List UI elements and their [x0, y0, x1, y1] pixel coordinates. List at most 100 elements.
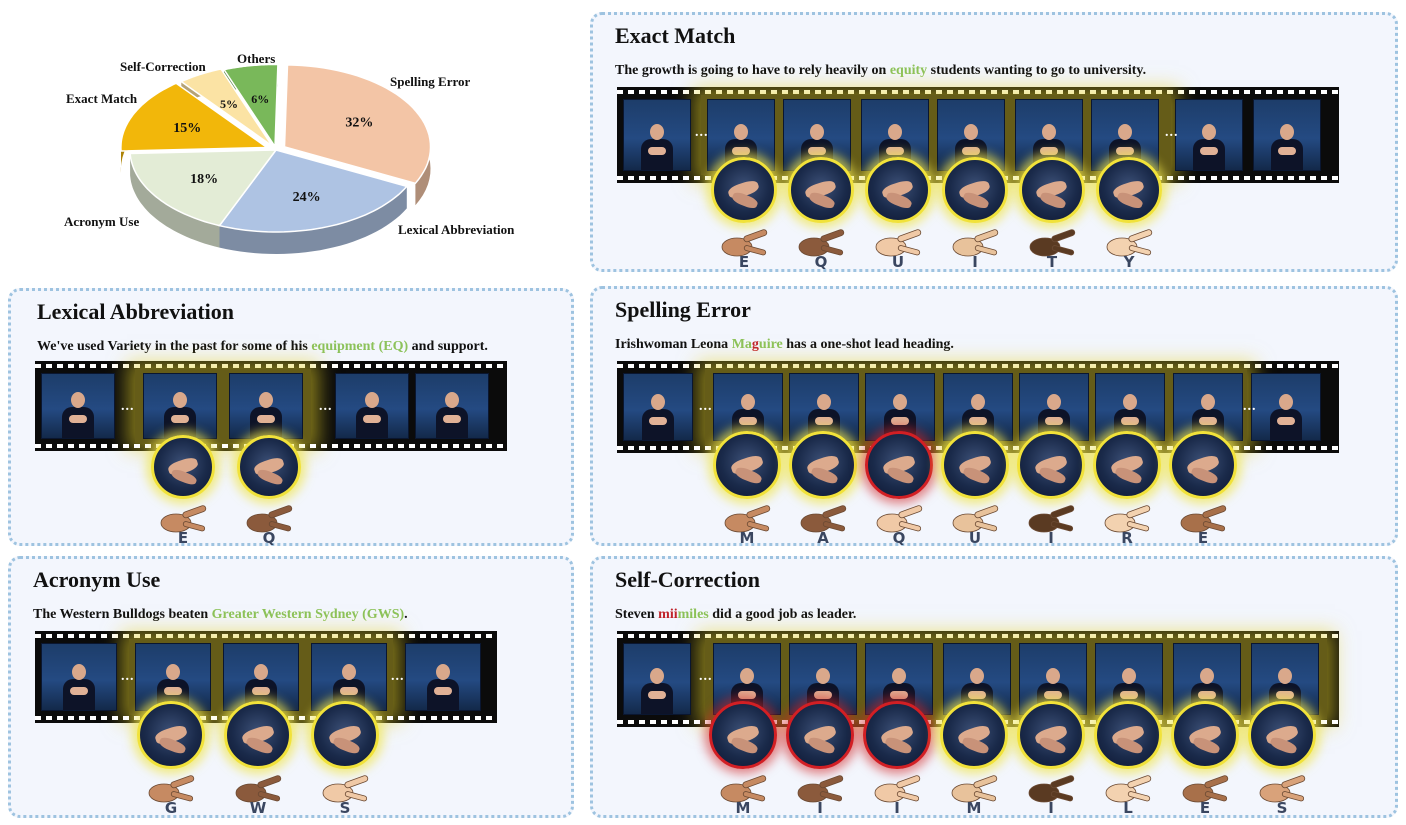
video-frame	[1253, 99, 1321, 171]
handshape-closeup	[1094, 701, 1162, 769]
handshape-closeup	[1017, 431, 1085, 499]
sentence-text: .	[404, 607, 408, 622]
handshape-closeup	[711, 157, 777, 223]
sentence-text: Steven	[615, 607, 659, 622]
fingerspelled-letter: E	[738, 253, 750, 271]
fingerspelled-letter: I	[894, 799, 900, 817]
panel-sentence: The Western Bulldogs beaten Greater West…	[33, 607, 408, 623]
handshape-closeup	[1169, 431, 1237, 499]
video-frame	[415, 373, 489, 439]
video-frame	[623, 643, 691, 715]
video-frame	[143, 373, 217, 439]
handshape-closeup	[1248, 701, 1316, 769]
handshape-closeup	[865, 431, 933, 499]
fingerspelled-letter: I	[1048, 529, 1054, 547]
fingerspelled-letter: Q	[814, 253, 828, 271]
handshape-closeup	[1017, 701, 1085, 769]
sentence-text: The Western Bulldogs beaten	[33, 607, 212, 622]
video-frame	[41, 643, 117, 711]
sentence-highlight: Greater Western Sydney (GWS)	[211, 607, 405, 622]
video-frame	[623, 99, 691, 171]
sentence-text: students wanting to go to university.	[927, 63, 1147, 78]
video-frame	[229, 373, 303, 439]
handshape-closeup	[1019, 157, 1085, 223]
handshape-closeup	[1093, 431, 1161, 499]
video-frame	[1175, 99, 1243, 171]
handshape-closeup	[942, 157, 1008, 223]
fingerspelled-letter: I	[1048, 799, 1054, 817]
fingerspelled-letter: T	[1046, 253, 1058, 271]
handshape-closeup	[789, 431, 857, 499]
sentence-error: g	[751, 337, 759, 352]
panel-lexical-abbreviation: Lexical Abbreviation We've used Variety …	[8, 288, 574, 547]
sentence-highlight: equipment (EQ)	[311, 339, 409, 354]
sentence-highlight: uire	[758, 337, 783, 352]
fingerspelled-letter: S	[339, 799, 351, 817]
fingerspelled-letter: R	[1121, 529, 1133, 547]
pie-legend-lexical-abbreviation: Lexical Abbreviation	[398, 222, 515, 237]
handshape-closeup	[237, 435, 301, 499]
panel-sentence: Steven miimiles did a good job as leader…	[615, 607, 856, 623]
fingerspelled-letter: U	[891, 253, 905, 271]
handshape-closeup	[311, 701, 379, 769]
panel-title: Lexical Abbreviation	[37, 299, 234, 324]
pie-chart: 32% 24% 18% 15% 5% 6% Spelling Error Lexical …	[0, 0, 560, 270]
handshape-closeup	[863, 701, 931, 769]
handshape-closeup	[786, 701, 854, 769]
pie-legend-spelling-error: Spelling Error	[390, 74, 471, 89]
ellipsis: ...	[695, 125, 709, 140]
fingerspelled-letter: L	[1123, 799, 1133, 817]
sentence-text: and support.	[408, 339, 488, 354]
signer-figure	[639, 664, 675, 714]
signer-figure	[1191, 120, 1227, 170]
ellipsis: ...	[1165, 125, 1179, 140]
sentence-text: Irishwoman Leona	[615, 337, 732, 352]
handshape-closeup	[865, 157, 931, 223]
pie-value-label: 32%	[345, 115, 373, 130]
sentence-highlight: miles	[677, 607, 709, 622]
fingerspelled-letter: I	[972, 253, 978, 271]
fingerspelled-letter: S	[1276, 799, 1288, 817]
panel-sentence: Irishwoman Leona Maguire has a one-shot …	[615, 337, 954, 353]
sentence-highlight: equity	[889, 63, 928, 78]
signer-figure	[640, 390, 676, 440]
signer-figure	[434, 388, 470, 438]
signer-figure	[1268, 390, 1304, 440]
ellipsis: ...	[391, 669, 405, 684]
sentence-text: has a one-shot lead heading.	[782, 337, 954, 352]
sentence-highlight: Ma	[731, 337, 752, 352]
pie-legend-acronym-use: Acronym Use	[64, 214, 140, 229]
video-frame	[405, 643, 481, 711]
pie-legend-others: Others	[237, 51, 276, 66]
fingerspelled-letter: G	[164, 799, 178, 817]
handshape-closeup	[941, 431, 1009, 499]
handshape-closeup	[788, 157, 854, 223]
pie-value-label: 5%	[220, 97, 238, 111]
ellipsis: ...	[699, 399, 713, 414]
panel-self-correction: Self-Correction Steven miimiles did a go…	[590, 556, 1398, 818]
ellipsis: ...	[121, 399, 135, 414]
panel-acronym-use: Acronym Use The Western Bulldogs beaten …	[8, 556, 574, 818]
pie-legend-self-correction: Self-Correction	[120, 59, 206, 74]
pie-value-label: 18%	[190, 172, 218, 187]
panel-title: Exact Match	[615, 23, 736, 48]
pie-value-label: 15%	[173, 121, 201, 136]
fingerspelled-letter: M	[739, 529, 755, 547]
fingerspelled-letter: A	[817, 529, 829, 547]
video-frame	[41, 373, 115, 439]
fingerspelled-letter: Y	[1123, 253, 1135, 271]
fingerspelled-letter: Q	[262, 529, 276, 547]
sentence-text: We've used Variety in the past for some …	[37, 339, 312, 354]
fingerspelled-letter: I	[817, 799, 823, 817]
signer-figure	[61, 660, 97, 710]
video-frame	[623, 373, 693, 441]
handshape-closeup	[224, 701, 292, 769]
panel-sentence: The growth is going to have to rely heav…	[615, 63, 1146, 79]
pie-value-label: 6%	[251, 92, 269, 106]
ellipsis: ...	[1243, 399, 1257, 414]
panel-exact-match: Exact Match The growth is going to have …	[590, 12, 1398, 272]
fingerspelled-letter: M	[735, 799, 751, 817]
handshape-closeup	[1096, 157, 1162, 223]
signer-figure	[425, 660, 461, 710]
signer-figure	[354, 388, 390, 438]
